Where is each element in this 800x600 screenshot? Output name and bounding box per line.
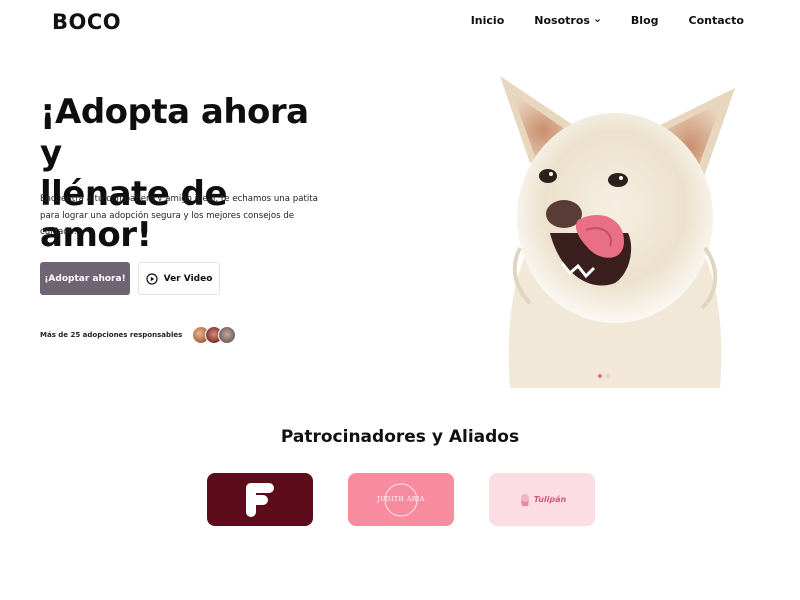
nav-label: Contacto bbox=[688, 14, 744, 27]
sponsor-logo-text: Tulipán bbox=[533, 495, 567, 504]
hero-description: Encuentra a tu compañero y amigo ideal, … bbox=[40, 194, 318, 237]
sponsors-title: Patrocinadores y Aliados bbox=[280, 427, 520, 447]
sponsor-card-1[interactable] bbox=[207, 473, 313, 526]
hero-title-line1: ¡Adopta ahora y bbox=[40, 92, 309, 173]
sponsor-moon-logo-icon bbox=[384, 483, 418, 516]
adopt-now-button[interactable]: ¡Adoptar ahora! bbox=[40, 262, 130, 295]
adopter-avatars bbox=[192, 326, 237, 344]
avatar bbox=[218, 326, 237, 344]
carousel-dots bbox=[598, 374, 610, 378]
nav-item-inicio[interactable]: Inicio bbox=[471, 14, 505, 27]
cupcake-icon bbox=[520, 493, 529, 506]
social-proof: Más de 25 adopciones responsables bbox=[40, 326, 237, 344]
nav-item-contacto[interactable]: Contacto bbox=[689, 14, 744, 27]
play-circle-icon bbox=[146, 272, 158, 285]
chevron-down-icon bbox=[594, 19, 600, 23]
nav-item-blog[interactable]: Blog bbox=[631, 14, 659, 27]
main-nav: Inicio Nosotros Blog Contacto bbox=[471, 14, 744, 27]
nav-item-nosotros[interactable]: Nosotros bbox=[534, 14, 601, 27]
carousel-dot-1[interactable] bbox=[598, 374, 602, 378]
watch-video-button[interactable]: Ver Video bbox=[138, 262, 220, 295]
sponsor-card-2[interactable]: JUDITH ARIA bbox=[348, 473, 454, 526]
nav-label: Inicio bbox=[470, 14, 505, 27]
sponsor-f-logo-icon bbox=[246, 482, 274, 517]
video-button-label: Ver Video bbox=[163, 273, 213, 284]
dog-illustration bbox=[500, 76, 735, 388]
sponsor-card-3[interactable]: Tulipán bbox=[489, 473, 595, 526]
social-proof-text: Más de 25 adopciones responsables bbox=[40, 331, 183, 339]
site-logo[interactable]: BOCO bbox=[52, 10, 121, 34]
carousel-dot-2[interactable] bbox=[606, 374, 610, 378]
nav-label: Nosotros bbox=[534, 14, 590, 27]
nav-label: Blog bbox=[630, 14, 659, 27]
hero-dog-image bbox=[490, 68, 740, 388]
